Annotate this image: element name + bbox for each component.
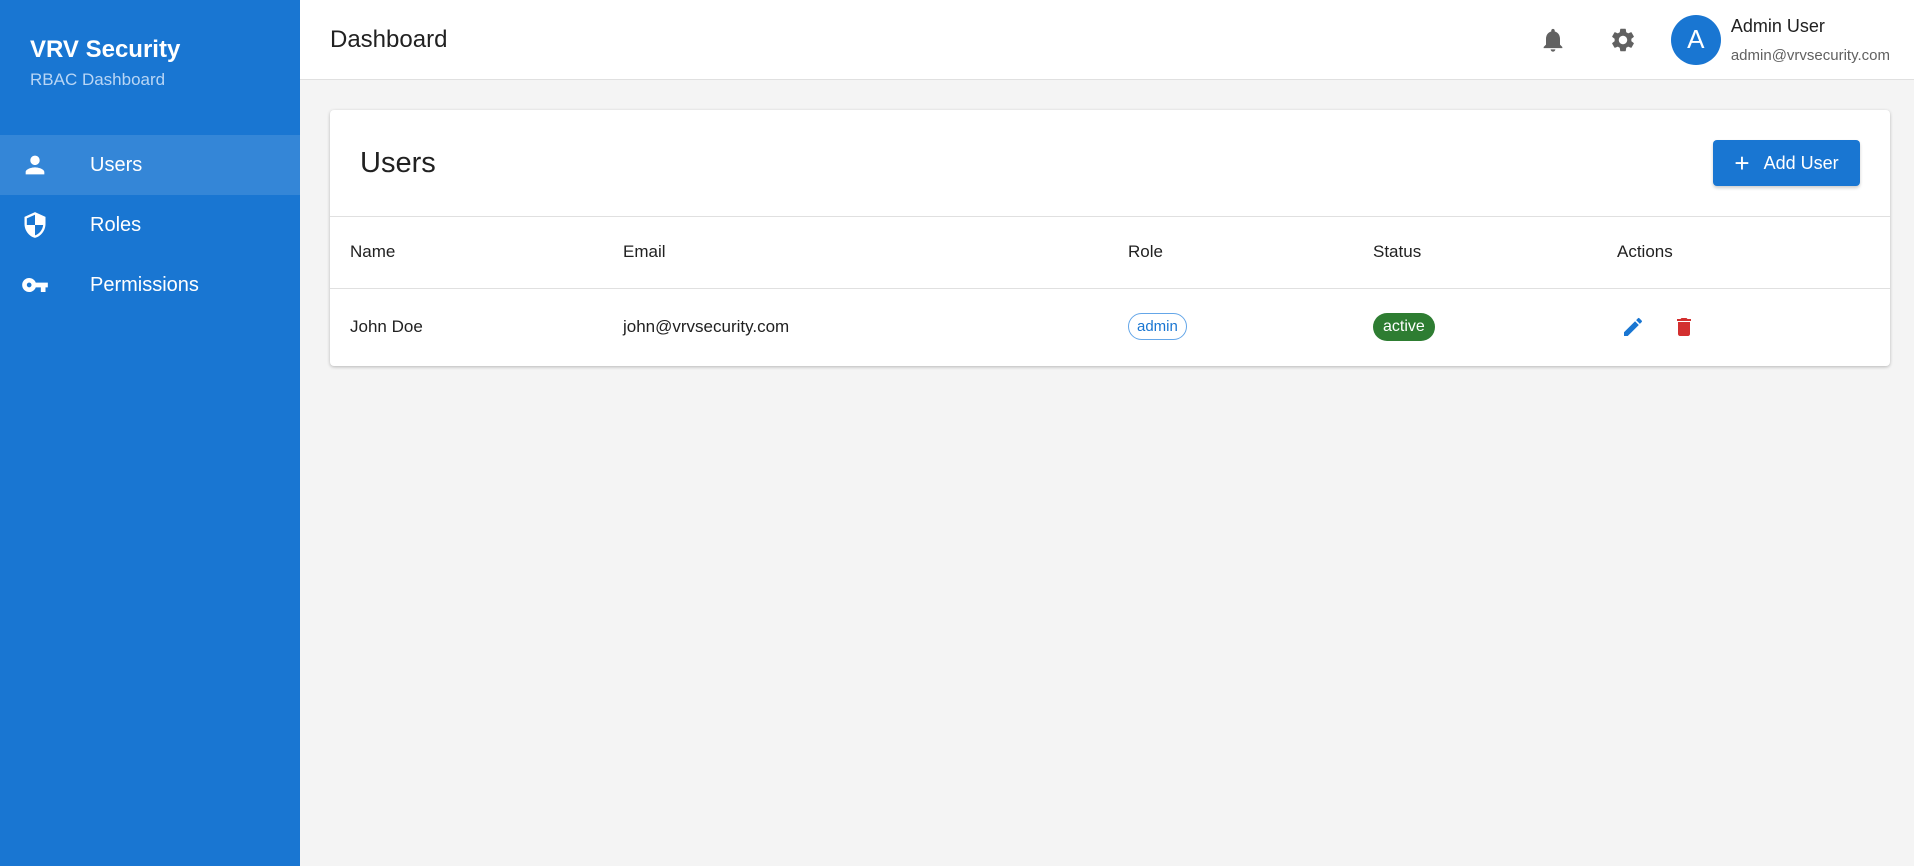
column-header-role: Role xyxy=(1128,242,1163,262)
brand-subtitle: RBAC Dashboard xyxy=(30,70,166,89)
sidebar-nav: Users Roles Permissions xyxy=(0,135,300,315)
user-name: Admin User xyxy=(1730,16,1825,36)
users-card-header: Users + Add User xyxy=(330,110,1890,217)
pencil-icon xyxy=(1624,317,1643,336)
brand-title: VRV Security xyxy=(30,36,181,63)
add-user-label: Add User xyxy=(1763,152,1839,173)
delete-user-button[interactable] xyxy=(1668,311,1700,343)
brand: VRV Security RBAC Dashboard xyxy=(0,0,300,135)
settings-button[interactable] xyxy=(1601,18,1645,62)
trash-icon xyxy=(1676,317,1691,336)
users-card: Users + Add User Name Email Role Status … xyxy=(330,110,1890,366)
table-row: John Doe john@vrvsecurity.com admin acti… xyxy=(330,288,1890,365)
add-user-button[interactable]: + Add User xyxy=(1713,140,1860,186)
person-icon xyxy=(20,150,50,180)
shield-icon xyxy=(20,210,50,240)
status-badge: active xyxy=(1373,312,1435,341)
column-header-actions: Actions xyxy=(1617,242,1673,262)
avatar[interactable]: A xyxy=(1670,14,1721,65)
user-actions-cell xyxy=(1597,288,1890,365)
header-actions: A Admin User admin@vrvsecurity.com xyxy=(1505,14,1890,65)
user-name-cell: John Doe xyxy=(350,316,423,336)
top-bar: Dashboard A Admin User admin@vrvsecurity… xyxy=(300,0,1914,80)
sidebar-item-roles[interactable]: Roles xyxy=(0,195,300,255)
key-icon xyxy=(20,270,50,300)
column-header-email: Email xyxy=(623,242,666,262)
sidebar-item-users[interactable]: Users xyxy=(0,135,300,195)
bell-icon xyxy=(1543,28,1563,52)
sidebar-item-label: Permissions xyxy=(90,273,199,296)
column-header-status: Status xyxy=(1373,242,1422,262)
users-table: Name Email Role Status Actions John Doe … xyxy=(330,217,1890,365)
sidebar-item-permissions[interactable]: Permissions xyxy=(0,255,300,315)
users-card-title: Users xyxy=(360,146,436,179)
edit-user-button[interactable] xyxy=(1617,311,1649,343)
sidebar-item-label: Users xyxy=(90,153,143,176)
sidebar: VRV Security RBAC Dashboard Users Roles … xyxy=(0,0,300,866)
user-status-cell: active xyxy=(1353,288,1597,365)
user-role-cell: admin xyxy=(1108,288,1353,365)
user-info: Admin User admin@vrvsecurity.com xyxy=(1731,15,1890,64)
role-badge: admin xyxy=(1128,313,1187,341)
column-header-name: Name xyxy=(350,242,396,262)
user-email-cell: john@vrvsecurity.com xyxy=(623,316,790,336)
notifications-button[interactable] xyxy=(1531,18,1575,62)
page-title: Dashboard xyxy=(330,25,448,53)
sidebar-item-label: Roles xyxy=(90,213,142,236)
user-email: admin@vrvsecurity.com xyxy=(1730,47,1890,64)
plus-icon: + xyxy=(1734,148,1750,178)
gear-icon xyxy=(1611,28,1634,51)
table-header-row: Name Email Role Status Actions xyxy=(330,217,1890,288)
